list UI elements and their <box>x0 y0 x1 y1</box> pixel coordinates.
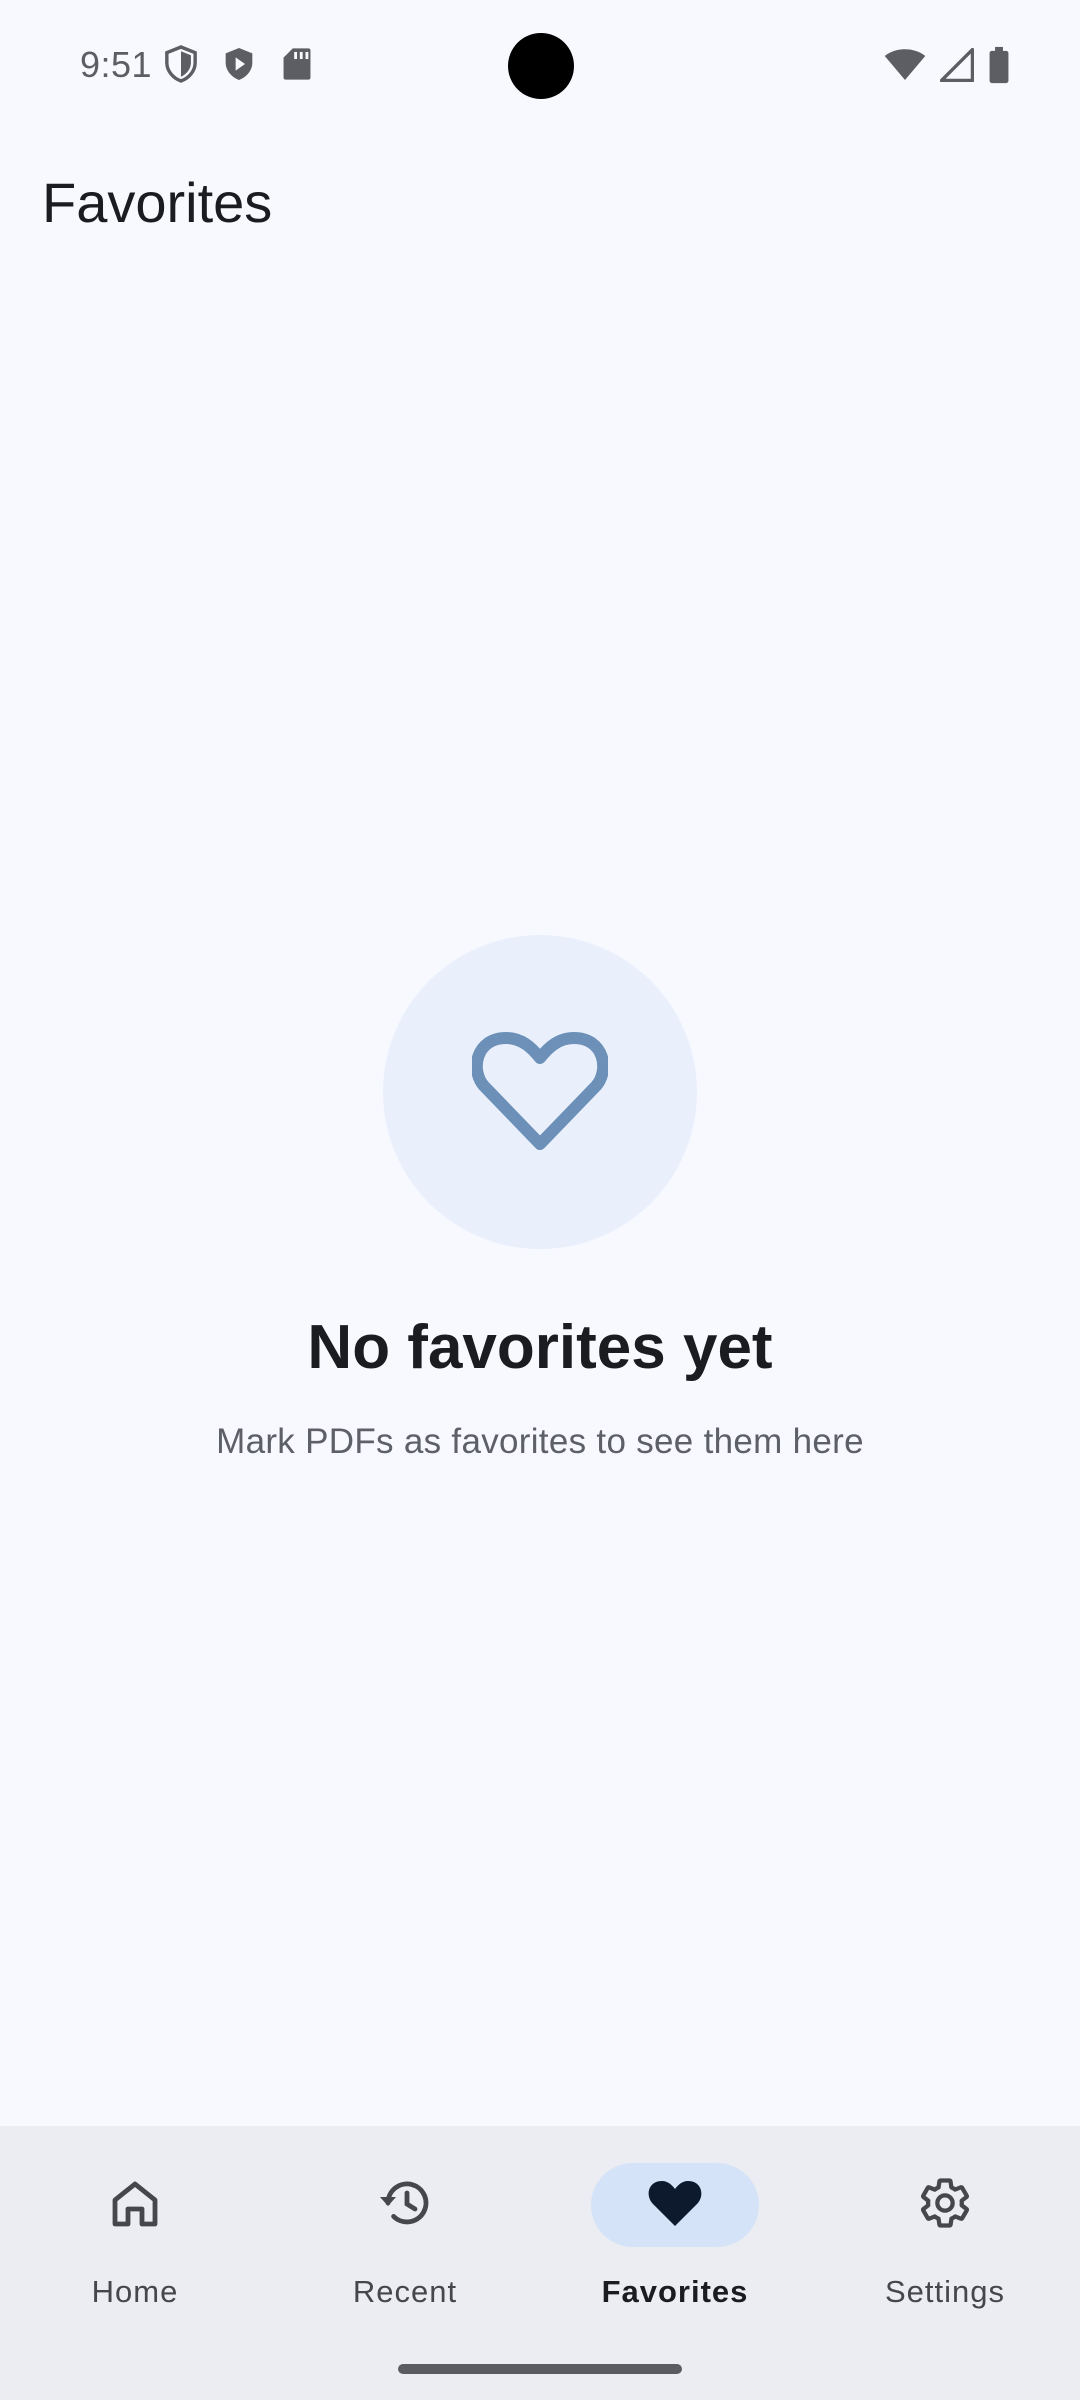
nav-indicator <box>861 2163 1029 2247</box>
nav-label-recent: Recent <box>352 2274 458 2309</box>
status-system-icons <box>884 46 1010 84</box>
play-shield-icon <box>220 44 258 84</box>
status-time: 9:51 <box>80 44 153 85</box>
empty-state-illustration <box>383 935 697 1249</box>
nav-indicator <box>321 2163 489 2247</box>
battery-icon <box>988 46 1010 84</box>
cell-signal-icon <box>940 48 974 82</box>
nav-indicator <box>51 2163 219 2247</box>
nav-label-settings: Settings <box>884 2274 1005 2309</box>
bottom-navigation: Home Recent Favorites Settings <box>0 2126 1080 2400</box>
status-bar: 9:51 <box>0 0 1080 130</box>
status-notification-icons <box>162 44 316 84</box>
history-icon <box>377 2177 433 2234</box>
home-icon <box>109 2178 161 2233</box>
heart-filled-icon <box>647 2178 703 2233</box>
nav-item-recent[interactable]: Recent <box>270 2126 540 2326</box>
shield-outline-icon <box>162 44 200 84</box>
nav-label-home: Home <box>91 2274 179 2309</box>
heart-outline-icon <box>470 1028 610 1157</box>
nav-item-settings[interactable]: Settings <box>810 2126 1080 2326</box>
gesture-home-bar[interactable] <box>398 2364 682 2374</box>
empty-state-title: No favorites yet <box>307 1313 773 1382</box>
nav-indicator-active <box>591 2163 759 2247</box>
camera-cutout <box>508 33 574 99</box>
wifi-icon <box>884 48 926 82</box>
nav-item-home[interactable]: Home <box>0 2126 270 2326</box>
empty-state-subtitle: Mark PDFs as favorites to see them here <box>216 1422 864 1461</box>
nav-item-favorites[interactable]: Favorites <box>540 2126 810 2326</box>
nav-label-favorites: Favorites <box>601 2274 749 2309</box>
page-title: Favorites <box>42 171 273 234</box>
sd-card-icon <box>278 44 316 84</box>
gear-icon <box>918 2176 972 2235</box>
favorites-screen: 9:51 Favorites No favorites yet Mark PDF… <box>0 0 1080 2400</box>
